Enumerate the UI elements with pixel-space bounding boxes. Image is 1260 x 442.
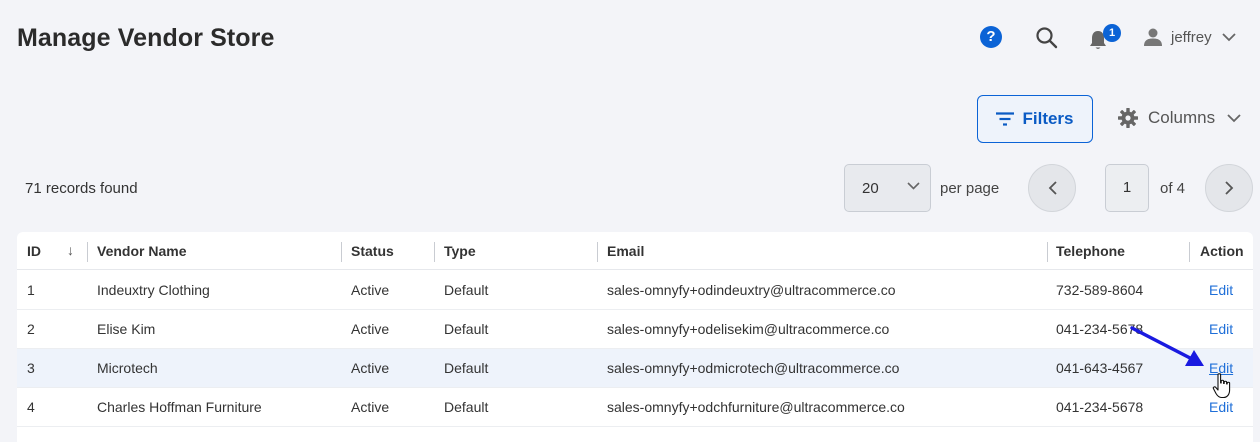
filter-icon bbox=[996, 112, 1015, 126]
gear-icon bbox=[1118, 108, 1138, 128]
table-row: 4 Charles Hoffman Furniture Active Defau… bbox=[17, 388, 1253, 427]
notifications-button[interactable]: 1 bbox=[1088, 24, 1121, 52]
per-page-label: per page bbox=[940, 180, 1000, 197]
page-number-input[interactable]: 1 bbox=[1105, 164, 1149, 212]
column-header-vendor-name[interactable]: Vendor Name bbox=[97, 243, 186, 259]
sort-descending-icon[interactable]: ↓ bbox=[67, 242, 74, 258]
cell-type: Default bbox=[444, 360, 489, 376]
page-size-value: 20 bbox=[862, 179, 879, 197]
page-title: Manage Vendor Store bbox=[17, 24, 275, 52]
column-header-telephone[interactable]: Telephone bbox=[1056, 243, 1125, 259]
column-separator bbox=[1189, 242, 1190, 262]
table-header: ID ↓ Vendor Name Status Type Email Telep… bbox=[17, 232, 1253, 270]
cell-email: sales-omnyfy+odchfurniture@ultracommerce… bbox=[607, 399, 905, 415]
cell-type: Default bbox=[444, 282, 489, 298]
edit-link[interactable]: Edit bbox=[1209, 321, 1233, 337]
cell-email: sales-omnyfy+odindeuxtry@ultracommerce.c… bbox=[607, 282, 896, 298]
cell-id: 3 bbox=[27, 360, 35, 376]
cell-status: Active bbox=[351, 399, 390, 415]
cell-telephone: 732-589-8604 bbox=[1056, 282, 1144, 298]
column-header-action: Action bbox=[1200, 243, 1244, 259]
chevron-right-icon bbox=[1224, 181, 1233, 195]
user-name: jeffrey bbox=[1171, 28, 1212, 46]
column-header-id[interactable]: ID bbox=[27, 243, 41, 259]
cell-vendor-name: Elise Kim bbox=[97, 321, 156, 337]
chevron-left-icon bbox=[1048, 181, 1057, 195]
notification-badge: 1 bbox=[1103, 24, 1121, 42]
user-menu[interactable]: jeffrey bbox=[1143, 24, 1236, 50]
cell-id: 1 bbox=[27, 282, 35, 298]
page-total-label: of 4 bbox=[1160, 180, 1186, 197]
table-row: 2 Elise Kim Active Default sales-omnyfy+… bbox=[17, 310, 1253, 349]
filters-label: Filters bbox=[1022, 109, 1074, 128]
cell-id: 2 bbox=[27, 321, 35, 337]
cell-vendor-name: Charles Hoffman Furniture bbox=[97, 399, 262, 415]
chevron-down-icon bbox=[1227, 113, 1241, 122]
columns-label: Columns bbox=[1148, 108, 1216, 127]
column-separator bbox=[341, 242, 342, 262]
column-separator bbox=[597, 242, 598, 262]
column-header-email[interactable]: Email bbox=[607, 243, 644, 259]
cell-id: 4 bbox=[27, 399, 35, 415]
columns-button[interactable]: Columns bbox=[1118, 104, 1241, 132]
cell-telephone: 041-643-4567 bbox=[1056, 360, 1144, 376]
column-separator bbox=[434, 242, 435, 262]
edit-link[interactable]: Edit bbox=[1209, 360, 1233, 376]
edit-link[interactable]: Edit bbox=[1209, 282, 1233, 298]
table-row: 1 Indeuxtry Clothing Active Default sale… bbox=[17, 271, 1253, 310]
column-separator bbox=[1047, 242, 1048, 262]
column-separator bbox=[87, 242, 88, 262]
cell-email: sales-omnyfy+odmicrotech@ultracommerce.c… bbox=[607, 360, 900, 376]
cell-type: Default bbox=[444, 399, 489, 415]
cell-vendor-name: Indeuxtry Clothing bbox=[97, 282, 210, 298]
user-avatar-icon bbox=[1144, 28, 1162, 46]
next-page-button[interactable] bbox=[1205, 164, 1253, 212]
cell-type: Default bbox=[444, 321, 489, 337]
help-icon[interactable]: ? bbox=[980, 26, 1002, 48]
chevron-down-icon bbox=[1221, 32, 1236, 41]
prev-page-button[interactable] bbox=[1028, 164, 1076, 212]
cell-telephone: 041-234-5678 bbox=[1056, 321, 1144, 337]
table-row: 3 Microtech Active Default sales-omnyfy+… bbox=[17, 349, 1253, 388]
vendor-table: ID ↓ Vendor Name Status Type Email Telep… bbox=[17, 232, 1253, 442]
cell-status: Active bbox=[351, 321, 390, 337]
page-size-select[interactable]: 20 bbox=[844, 164, 931, 212]
edit-link[interactable]: Edit bbox=[1209, 399, 1233, 415]
cell-vendor-name: Microtech bbox=[97, 360, 158, 376]
cell-status: Active bbox=[351, 360, 390, 376]
chevron-down-icon bbox=[907, 182, 920, 190]
cell-status: Active bbox=[351, 282, 390, 298]
cell-email: sales-omnyfy+odelisekim@ultracommerce.co bbox=[607, 321, 890, 337]
filters-button[interactable]: Filters bbox=[977, 95, 1093, 143]
column-header-status[interactable]: Status bbox=[351, 243, 394, 259]
search-icon[interactable] bbox=[1035, 26, 1059, 50]
records-count: 71 records found bbox=[25, 180, 138, 197]
cell-telephone: 041-234-5678 bbox=[1056, 399, 1144, 415]
column-header-type[interactable]: Type bbox=[444, 243, 476, 259]
